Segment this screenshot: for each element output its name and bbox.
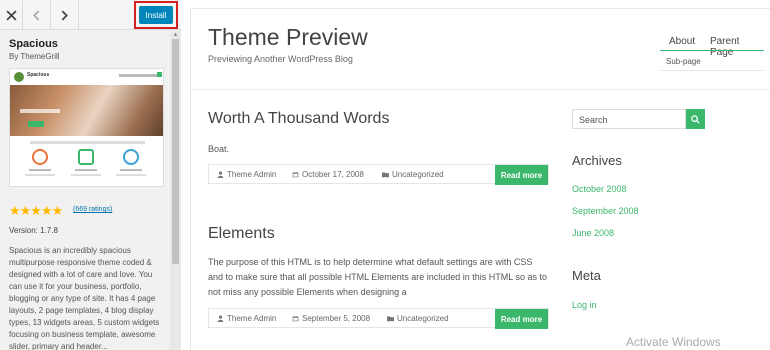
next-theme-button[interactable] [51,0,79,30]
customizer-sidebar: Install Spacious By ThemeGrill Spacious [0,0,181,350]
star-rating: ★★★★★ [9,203,63,218]
install-button[interactable]: Install [139,6,173,24]
post-excerpt: Boat. [208,144,230,154]
post-category[interactable]: Uncategorized [382,170,444,179]
post-article: Worth A Thousand Words [208,110,549,128]
ratings-count-link[interactable]: (669 ratings) [73,206,112,213]
archive-link[interactable]: June 2008 [572,228,614,238]
submenu-item-sub-page[interactable]: Sub-page [666,57,701,66]
screenshot-logo [14,72,24,82]
theme-screenshot: Spacious [9,68,164,187]
meta-title: Meta [572,268,601,283]
site-title[interactable]: Theme Preview [208,24,368,51]
user-icon [217,315,224,322]
scroll-up-icon[interactable]: ▲ [172,32,179,38]
screenshot-feature-icon [78,149,94,165]
read-more-button[interactable]: Read more [495,309,548,329]
screenshot-feature-icon [123,149,139,165]
theme-details-panel: Spacious By ThemeGrill Spacious ★★★★★ (6… [0,31,170,350]
calendar-icon [292,316,299,322]
post-date[interactable]: October 17, 2008 [292,170,364,179]
post-excerpt: The purpose of this HTML is to help dete… [208,257,547,297]
theme-preview-frame: Theme Preview Previewing Another WordPre… [190,8,770,350]
activate-windows-watermark: Activate Windows [626,335,721,349]
theme-author: By ThemeGrill [9,52,60,61]
submenu: Sub-page [660,51,764,71]
theme-description: Spacious is an incredibly spacious multi… [9,246,160,350]
primary-nav: About Parent Page [660,36,764,58]
search-input[interactable] [573,111,685,129]
theme-name: Spacious [9,38,58,50]
screenshot-site-title: Spacious [27,72,50,78]
calendar-icon [292,172,299,178]
user-icon [217,171,224,178]
scrollbar-thumb[interactable] [172,39,179,264]
read-more-button[interactable]: Read more [495,165,548,185]
post-author[interactable]: Theme Admin [217,170,276,179]
folder-icon [387,316,394,322]
search-field[interactable] [572,109,686,129]
archive-link[interactable]: October 2008 [572,184,627,194]
post-author[interactable]: Theme Admin [217,314,276,323]
post-article: Elements [208,225,549,243]
close-button[interactable] [0,0,23,30]
post-meta-bar: Theme Admin September 5, 2008 Uncategori… [208,308,549,329]
theme-version: Version: 1.7.8 [9,226,58,235]
sidebar-scrollbar[interactable]: ▲ [170,31,181,350]
screenshot-feature-icon [32,149,48,165]
chevron-right-icon [61,9,68,21]
site-tagline: Previewing Another WordPress Blog [208,54,353,64]
header-divider [191,89,770,90]
post-title[interactable]: Worth A Thousand Words [208,110,549,128]
screenshot-hero [10,85,163,136]
archives-title: Archives [572,153,622,168]
post-meta-bar: Theme Admin October 17, 2008 Uncategoriz… [208,164,549,185]
previous-theme-button[interactable] [23,0,51,30]
nav-item-about[interactable]: About [669,36,695,47]
chevron-left-icon [33,9,40,21]
meta-link-login[interactable]: Log in [572,300,597,310]
post-title[interactable]: Elements [208,225,549,243]
customizer-topbar: Install [0,0,181,30]
search-icon [691,114,700,124]
folder-icon [382,172,389,178]
install-highlight: Install [134,1,178,29]
search-button[interactable] [686,109,705,129]
post-category[interactable]: Uncategorized [387,314,449,323]
archive-link[interactable]: September 2008 [572,206,639,216]
post-date[interactable]: September 5, 2008 [292,314,370,323]
close-icon [5,9,17,21]
